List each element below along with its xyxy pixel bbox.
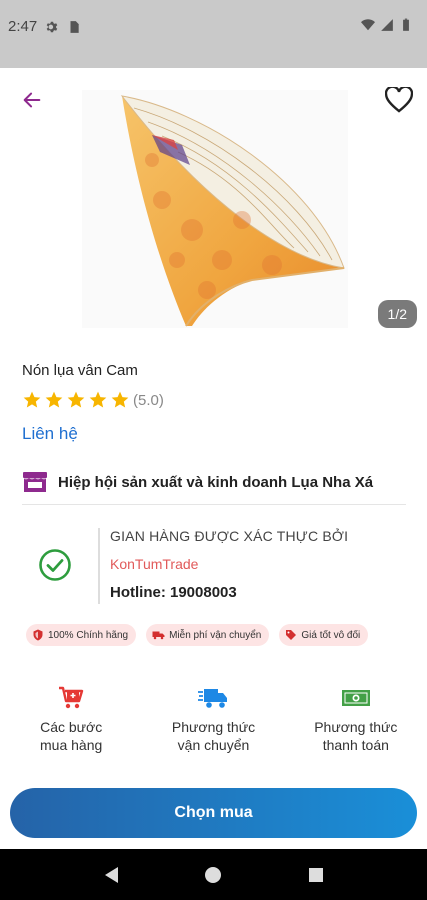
seller-name: Hiệp hội sản xuất và kinh doanh Lụa Nha … (58, 473, 374, 491)
check-circle-icon (39, 549, 71, 581)
battery-icon (403, 18, 409, 31)
badge-label: Giá tốt vô đối (301, 629, 361, 641)
system-nav-bar (0, 849, 427, 900)
status-bar: 2:47 (0, 0, 427, 68)
sim-card-icon (70, 20, 79, 33)
star-icon (111, 391, 129, 408)
nav-back-icon[interactable] (102, 865, 120, 885)
store-icon (23, 472, 47, 492)
badge-best-price: Giá tốt vô đối (279, 624, 369, 646)
nav-home-icon[interactable] (203, 865, 223, 885)
tag-icon (286, 630, 297, 640)
seller-row[interactable]: Hiệp hội sản xuất và kinh doanh Lụa Nha … (22, 470, 373, 494)
feature-label-line1: Phương thức (171, 719, 256, 735)
product-image[interactable] (82, 90, 348, 328)
badge-free-shipping: Miễn phí vận chuyển (146, 624, 270, 646)
image-counter: 1/2 (377, 300, 417, 328)
star-icon (89, 391, 107, 408)
badge-row: 100% Chính hãng Miễn phí vận chuyển Giá … (26, 624, 369, 646)
feature-label-line2: mua hàng (40, 737, 103, 753)
signal-icon (381, 19, 393, 31)
verification-box: GIAN HÀNG ĐƯỢC XÁC THỰC BỞI KonTumTrade … (22, 520, 406, 616)
shield-icon (33, 629, 43, 641)
money-icon (341, 690, 370, 706)
feature-row: Các bước mua hàng Phương thức vận chuyển… (0, 686, 427, 754)
badge-authentic: 100% Chính hãng (26, 624, 137, 646)
wifi-icon (361, 19, 375, 31)
star-icon (23, 391, 41, 408)
status-time: 2:47 (8, 18, 38, 35)
conical-hat-image (82, 90, 348, 328)
badge-label: 100% Chính hãng (48, 629, 129, 641)
star-icon (45, 391, 63, 408)
arrow-left-icon (23, 92, 41, 108)
badge-label: Miễn phí vận chuyển (169, 629, 262, 641)
feature-label-line2: vận chuyển (177, 737, 250, 753)
verify-org[interactable]: KonTumTrade (110, 556, 198, 572)
contact-link[interactable]: Liên hệ (22, 424, 78, 444)
nav-recents-icon[interactable] (307, 866, 325, 884)
rating-value: (5.0) (133, 391, 164, 409)
feature-label-line1: Các bước (40, 719, 103, 735)
feature-label-line2: thanh toán (322, 737, 389, 753)
verify-caption: GIAN HÀNG ĐƯỢC XÁC THỰC BỞI (110, 528, 349, 544)
favorite-button[interactable] (383, 84, 415, 116)
verify-separator (98, 528, 100, 604)
feature-purchase-steps[interactable]: Các bước mua hàng (0, 686, 142, 754)
feature-shipping-methods[interactable]: Phương thức vận chuyển (142, 686, 284, 754)
product-detail-screen: 1/2 Nón lụa vân Cam (5.0) Liên hệ Hiệp h… (0, 68, 427, 849)
truck-icon (152, 631, 165, 640)
delivery-truck-icon (198, 689, 228, 708)
feature-label-line1: Phương thức (314, 719, 398, 735)
feature-payment-methods[interactable]: Phương thức thanh toán (285, 686, 427, 754)
star-icon (67, 391, 85, 408)
divider (22, 504, 406, 505)
gear-icon (46, 21, 58, 32)
product-rating: (5.0) (22, 390, 164, 410)
back-button[interactable] (18, 86, 46, 114)
buy-button[interactable]: Chọn mua (10, 788, 417, 838)
cart-icon (59, 686, 84, 709)
product-title: Nón lụa vân Cam (22, 362, 138, 379)
hotline[interactable]: Hotline: 19008003 (110, 584, 237, 601)
heart-outline-icon (385, 87, 413, 113)
